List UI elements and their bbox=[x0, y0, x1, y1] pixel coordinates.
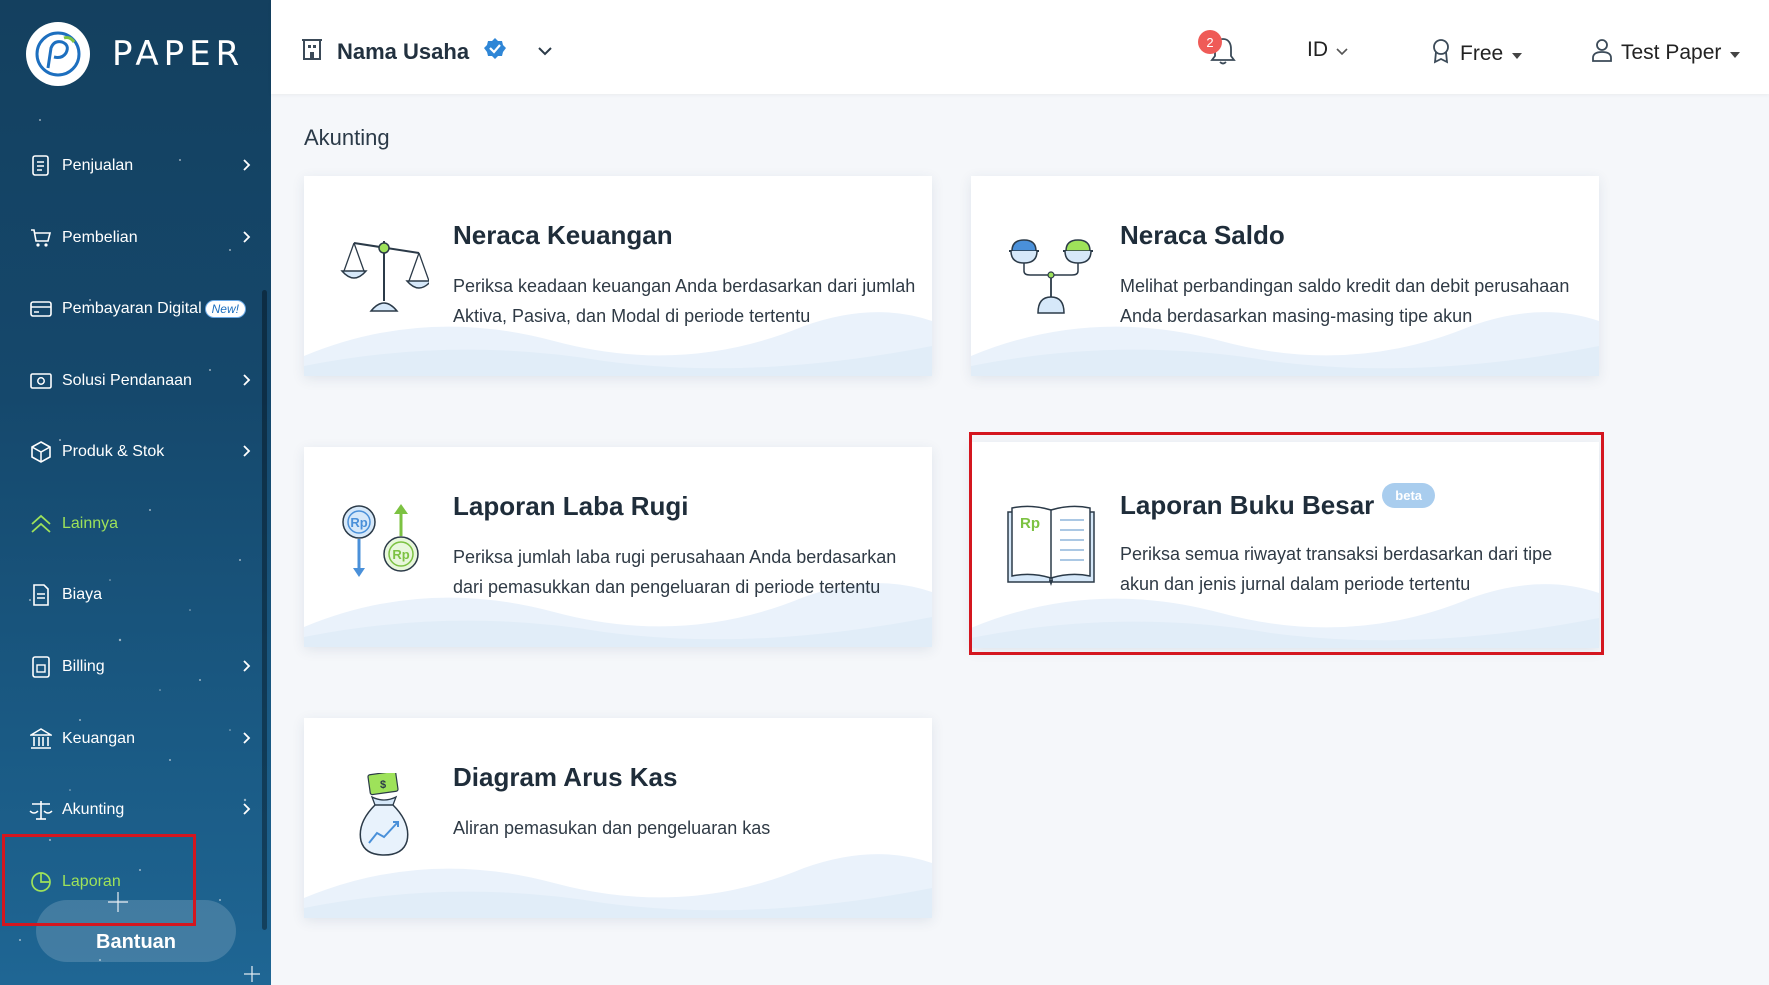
chevron-right-icon bbox=[242, 230, 252, 249]
sidebar-item-biaya[interactable]: Biaya bbox=[28, 575, 256, 615]
card-title: Neraca Keuangan bbox=[453, 220, 673, 251]
card-title: Diagram Arus Kas bbox=[453, 762, 677, 793]
language-label: ID bbox=[1307, 38, 1328, 61]
trial-balance-icon bbox=[1009, 239, 1093, 314]
card-laporan-laba-rugi[interactable]: Rp Rp Laporan Laba Rugi Periksa jumlah la… bbox=[304, 447, 932, 647]
caret-down-icon bbox=[1729, 41, 1741, 65]
sidebar-item-pembayaran-digital[interactable]: Pembayaran Digital New! bbox=[28, 289, 256, 329]
chevron-right-icon bbox=[242, 373, 252, 392]
sidebar-item-label: Billing bbox=[62, 658, 105, 675]
invoice-icon bbox=[28, 153, 54, 179]
card-neraca-saldo[interactable]: Neraca Saldo Melihat perbandingan saldo … bbox=[971, 176, 1599, 376]
sidebar-item-solusi-pendanaan[interactable]: Solusi Pendanaan bbox=[28, 361, 256, 401]
card-title: Neraca Saldo bbox=[1120, 220, 1285, 251]
svg-text:$: $ bbox=[380, 779, 386, 791]
sidebar-item-label: Solusi Pendanaan bbox=[62, 372, 192, 389]
highlight-box-buku-besar bbox=[969, 432, 1604, 655]
card-icon bbox=[28, 296, 54, 322]
chevron-down-icon bbox=[537, 43, 553, 61]
highlight-box-laporan bbox=[2, 834, 196, 926]
sidebar-item-label: Pembayaran Digital bbox=[62, 300, 202, 317]
new-badge: New! bbox=[204, 300, 246, 318]
receipt-icon bbox=[28, 582, 54, 608]
user-menu[interactable]: Test Paper bbox=[1591, 38, 1741, 68]
sidebar-item-produk-stok[interactable]: Produk & Stok bbox=[28, 432, 256, 472]
building-icon bbox=[301, 37, 323, 66]
language-selector[interactable]: ID bbox=[1307, 38, 1348, 62]
sidebar-item-keuangan[interactable]: Keuangan bbox=[28, 719, 256, 759]
chevron-up-double-icon bbox=[28, 511, 54, 537]
billing-icon bbox=[28, 654, 54, 680]
plan-selector[interactable]: Free bbox=[1430, 38, 1523, 70]
verified-icon bbox=[483, 37, 507, 66]
paper-logo-icon bbox=[26, 22, 90, 86]
profit-loss-icon: Rp Rp bbox=[342, 504, 419, 577]
page-title: Akunting bbox=[304, 125, 390, 150]
card-title-text: Laporan Laba Rugi bbox=[453, 491, 689, 521]
sidebar-item-pembelian[interactable]: Pembelian bbox=[28, 218, 256, 258]
user-icon bbox=[1591, 38, 1613, 68]
card-title-text: Neraca Keuangan bbox=[453, 220, 673, 250]
award-icon bbox=[1430, 38, 1452, 70]
sidebar: PAPER Penjualan Pembelian Pembayaran Dig… bbox=[0, 0, 271, 985]
business-name: Nama Usaha bbox=[337, 38, 470, 64]
chevron-down-icon bbox=[1336, 38, 1348, 62]
svg-text:Rp: Rp bbox=[392, 547, 409, 562]
sidebar-item-label: Penjualan bbox=[62, 157, 134, 174]
logo-text: PAPER bbox=[112, 34, 245, 74]
notification-button[interactable]: 2 bbox=[1198, 30, 1237, 68]
sidebar-item-lainnya[interactable]: Lainnya bbox=[28, 504, 256, 544]
top-header: Nama Usaha 2 ID Free Test Paper bbox=[271, 0, 1769, 94]
card-neraca-keuangan[interactable]: Neraca Keuangan Periksa keadaan keuangan… bbox=[304, 176, 932, 376]
sidebar-item-label: Lainnya bbox=[62, 515, 119, 532]
card-description: Periksa jumlah laba rugi perusahaan Anda… bbox=[453, 547, 897, 597]
bank-icon bbox=[28, 726, 54, 752]
sidebar-item-label: Biaya bbox=[62, 586, 103, 603]
sidebar-item-akunting[interactable]: Akunting bbox=[28, 790, 256, 830]
money-bag-icon: $ bbox=[359, 773, 409, 856]
business-selector[interactable]: Nama Usaha bbox=[301, 37, 553, 66]
plan-label: Free bbox=[1460, 42, 1504, 65]
user-name: Test Paper bbox=[1621, 41, 1722, 64]
sidebar-item-label: Akunting bbox=[62, 801, 125, 818]
card-description: Aliran pemasukan dan pengeluaran kas bbox=[453, 818, 771, 838]
card-description: Periksa keadaan keuangan Anda berdasarka… bbox=[453, 276, 916, 326]
chevron-right-icon bbox=[242, 802, 252, 821]
chevron-right-icon bbox=[242, 659, 252, 678]
cash-icon bbox=[28, 368, 54, 394]
sidebar-item-label: Produk & Stok bbox=[62, 443, 165, 460]
balance-scale-icon bbox=[340, 241, 429, 312]
sidebar-item-penjualan[interactable]: Penjualan bbox=[28, 146, 256, 186]
sidebar-item-label: Keuangan bbox=[62, 730, 135, 747]
sidebar-item-label: Pembelian bbox=[62, 229, 138, 246]
chevron-right-icon bbox=[242, 158, 252, 177]
chevron-right-icon bbox=[242, 444, 252, 463]
caret-down-icon bbox=[1511, 42, 1523, 66]
svg-text:Rp: Rp bbox=[350, 515, 367, 530]
notification-badge: 2 bbox=[1198, 30, 1222, 54]
box-icon bbox=[28, 439, 54, 465]
card-title-text: Neraca Saldo bbox=[1120, 220, 1285, 250]
card-description: Melihat perbandingan saldo kredit dan de… bbox=[1120, 276, 1570, 326]
sidebar-item-billing[interactable]: Billing bbox=[28, 647, 256, 687]
card-title-text: Diagram Arus Kas bbox=[453, 762, 678, 792]
scale-icon bbox=[28, 797, 54, 823]
card-title: Laporan Laba Rugi bbox=[453, 491, 688, 522]
sidebar-scrollbar[interactable] bbox=[262, 290, 267, 930]
paper-logo[interactable]: PAPER bbox=[26, 22, 244, 86]
cart-icon bbox=[28, 225, 54, 251]
card-diagram-arus-kas[interactable]: $ Diagram Arus Kas Aliran pemasukan dan … bbox=[304, 718, 932, 918]
chevron-right-icon bbox=[242, 731, 252, 750]
